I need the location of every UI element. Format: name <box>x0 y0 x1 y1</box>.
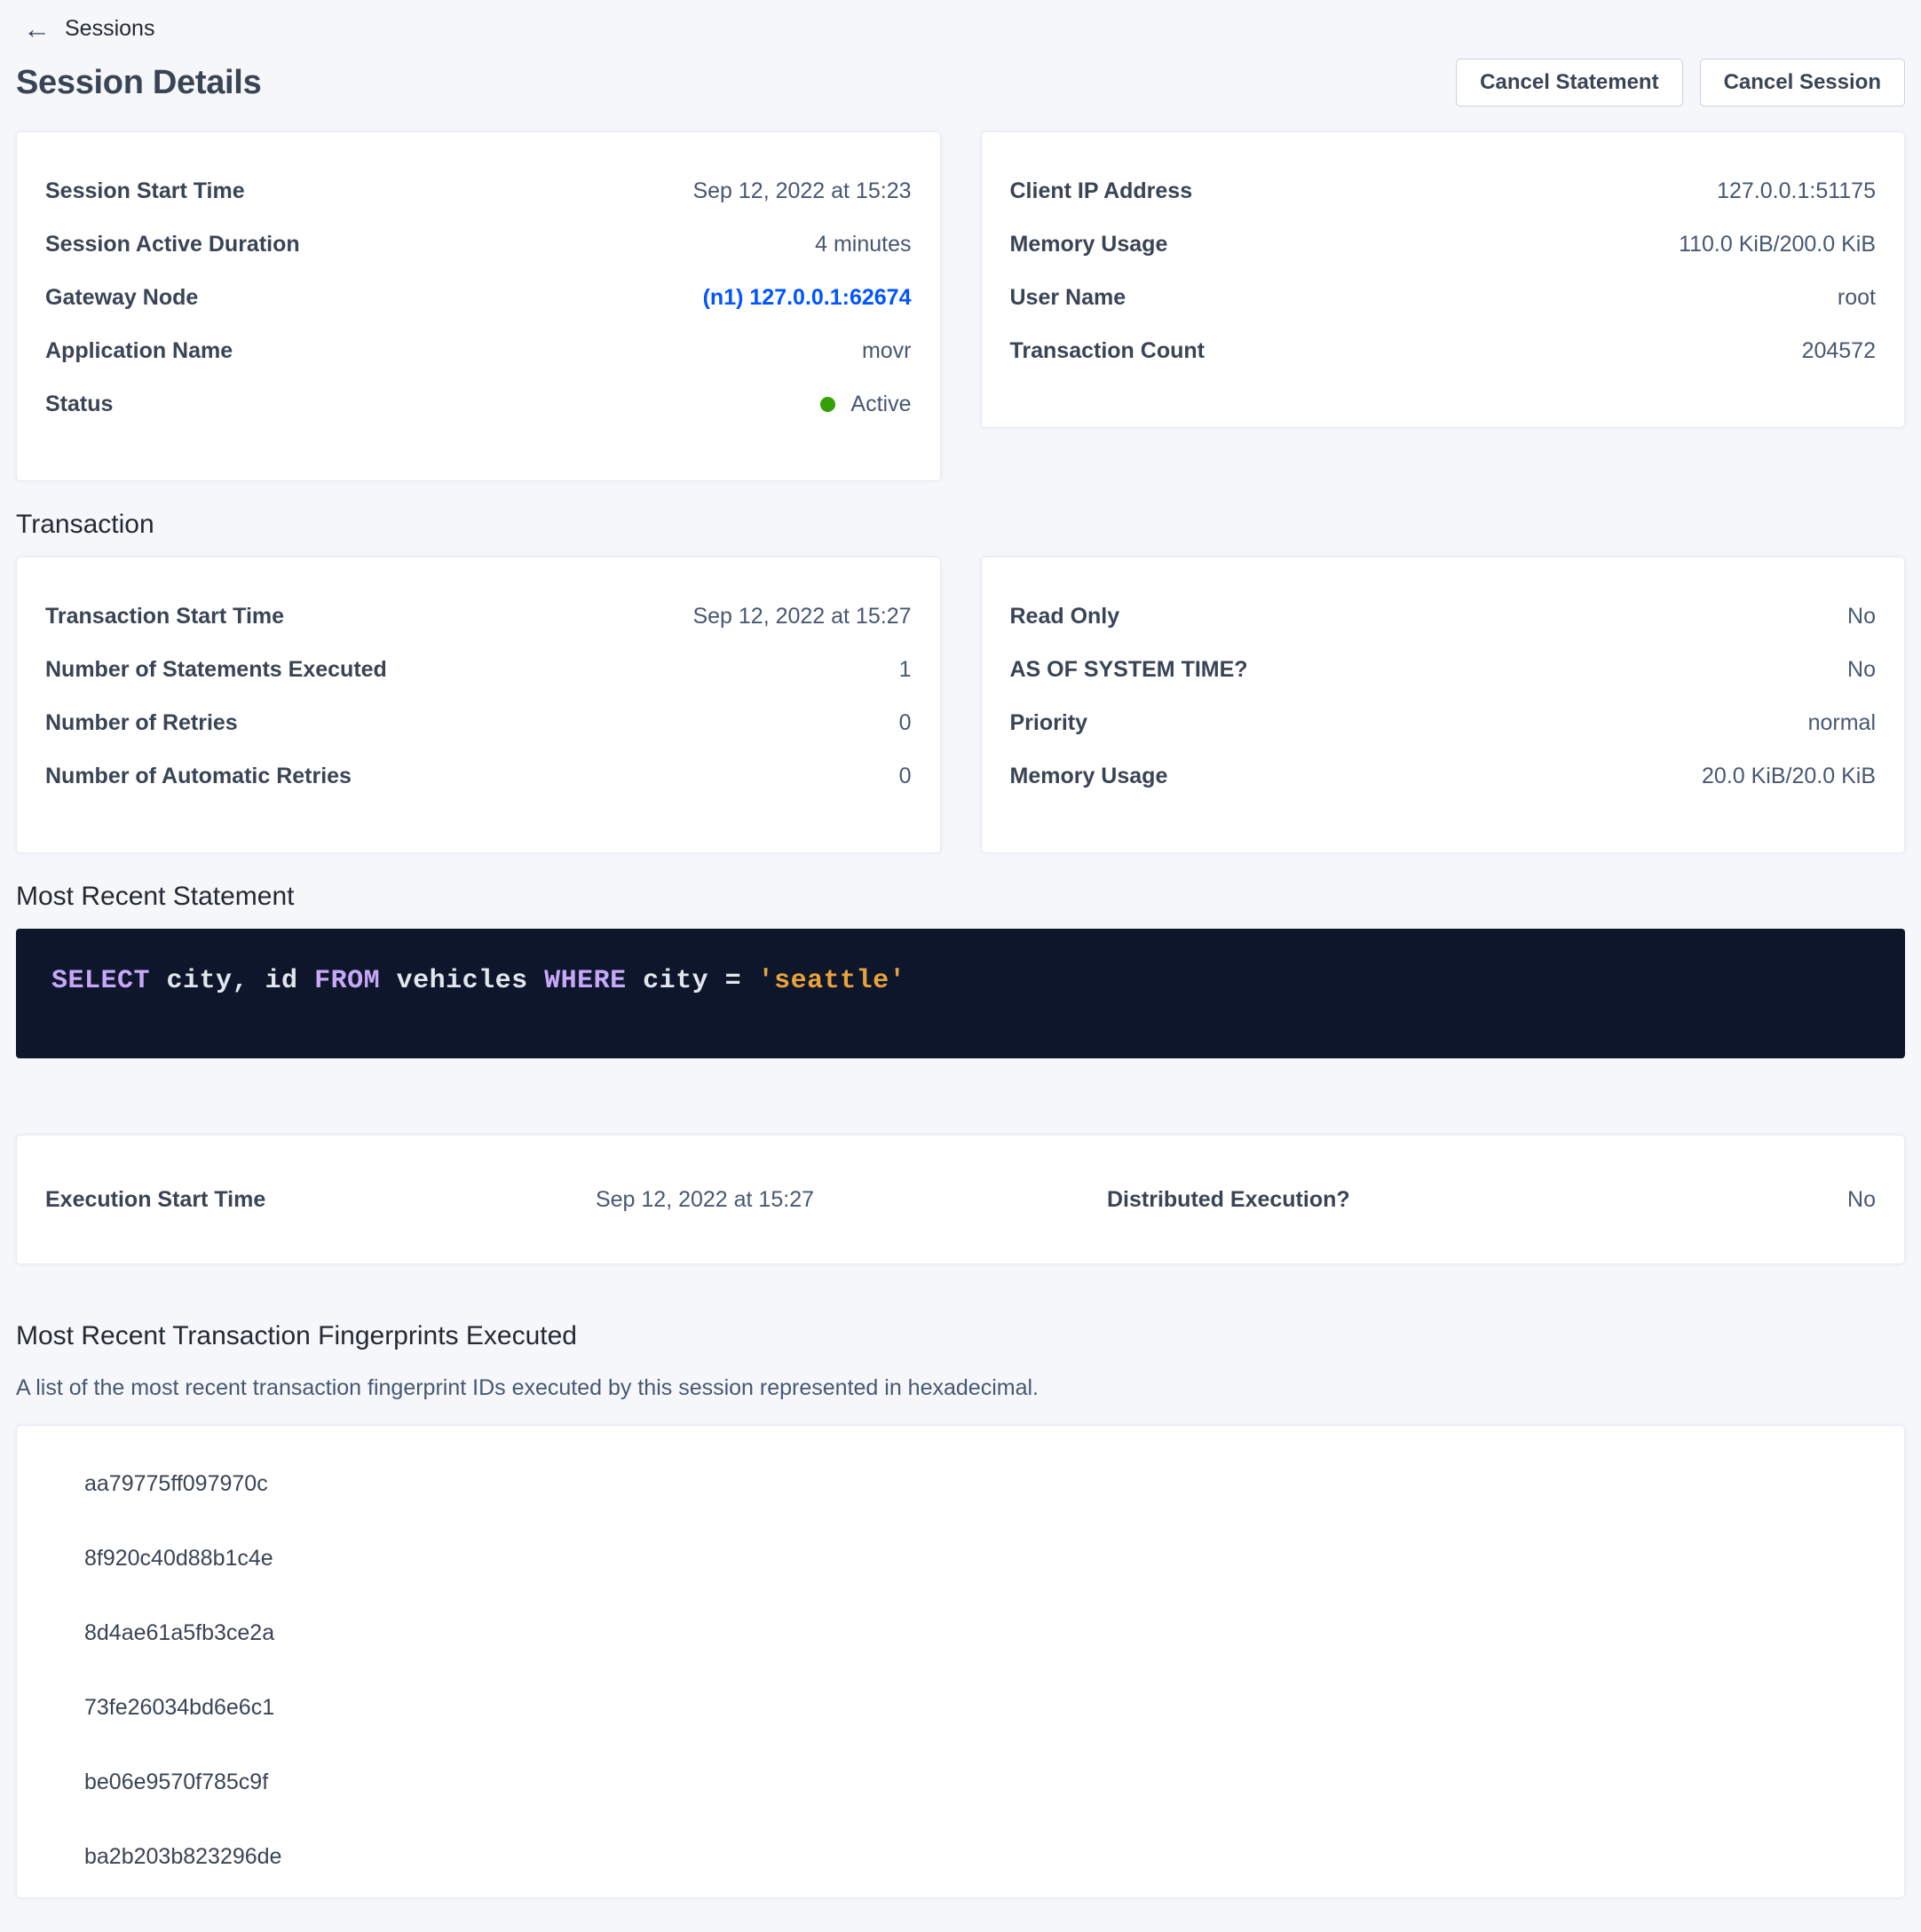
fingerprints-list-card: aa79775ff097970c 8f920c40d88b1c4e 8d4ae6… <box>16 1425 1905 1898</box>
row-value: 0 <box>899 710 912 736</box>
fingerprints-description: A list of the most recent transaction fi… <box>16 1374 1905 1401</box>
sql-string-literal: 'seattle' <box>758 966 906 996</box>
status-row: Status Active <box>45 377 912 431</box>
sql-keyword: WHERE <box>544 966 627 996</box>
session-details-page: ← Sessions Session Details Cancel Statem… <box>0 0 1921 1898</box>
row-label: Application Name <box>45 338 233 364</box>
transaction-info-card-right: Read Only No AS OF SYSTEM TIME? No Prior… <box>981 557 1906 853</box>
status-badge: Active <box>820 392 911 417</box>
as-of-system-time-row: AS OF SYSTEM TIME? No <box>1010 643 1877 696</box>
fingerprint-item: 8f920c40d88b1c4e <box>17 1521 1904 1595</box>
session-active-duration-row: Session Active Duration 4 minutes <box>45 218 912 271</box>
status-text: Active <box>850 392 911 417</box>
row-label: Status <box>45 392 113 417</box>
row-label: Read Only <box>1010 604 1120 629</box>
fingerprint-item: 8d4ae61a5fb3ce2a <box>17 1595 1904 1670</box>
row-value: 4 minutes <box>815 232 911 257</box>
row-label: Transaction Start Time <box>45 604 284 629</box>
fingerprints-section-title: Most Recent Transaction Fingerprints Exe… <box>16 1319 1905 1353</box>
client-ip-address-row: Client IP Address 127.0.0.1:51175 <box>1010 164 1877 218</box>
fingerprint-item: ba2b203b823296de <box>17 1819 1904 1894</box>
row-value: Sep 12, 2022 at 15:23 <box>692 178 911 204</box>
row-value: 1 <box>899 657 912 683</box>
number-of-retries-row: Number of Retries 0 <box>45 696 912 749</box>
sql-text: city, id <box>150 966 314 996</box>
row-label: Gateway Node <box>45 285 198 311</box>
priority-row: Priority normal <box>1010 696 1877 749</box>
row-label: Execution Start Time <box>45 1187 265 1213</box>
row-label: Number of Statements Executed <box>45 657 387 683</box>
breadcrumb-label: Sessions <box>65 16 154 42</box>
session-info-card-left: Session Start Time Sep 12, 2022 at 15:23… <box>16 131 941 481</box>
row-value: 20.0 KiB/20.0 KiB <box>1702 764 1876 789</box>
fingerprint-item: be06e9570f785c9f <box>17 1745 1904 1819</box>
cancel-session-button[interactable]: Cancel Session <box>1700 59 1905 107</box>
transaction-section-title: Transaction <box>16 508 1905 542</box>
row-label: Session Start Time <box>45 178 245 204</box>
row-label: Transaction Count <box>1010 338 1205 364</box>
row-label: Memory Usage <box>1010 764 1168 789</box>
transaction-count-row: Transaction Count 204572 <box>1010 324 1877 377</box>
row-value: Sep 12, 2022 at 15:27 <box>596 1187 814 1213</box>
session-info-card-right: Client IP Address 127.0.0.1:51175 Memory… <box>981 131 1906 428</box>
execution-start-time-row: Execution Start Time Sep 12, 2022 at 15:… <box>45 1187 814 1213</box>
sql-text: vehicles <box>380 966 544 996</box>
fingerprint-item: 73fe26034bd6e6c1 <box>17 1670 1904 1745</box>
transaction-start-time-row: Transaction Start Time Sep 12, 2022 at 1… <box>45 590 912 643</box>
row-label: Number of Retries <box>45 710 238 736</box>
page-title: Session Details <box>16 64 261 102</box>
sql-keyword: FROM <box>314 966 380 996</box>
memory-usage-row: Memory Usage 110.0 KiB/200.0 KiB <box>1010 218 1877 271</box>
row-label: Distributed Execution? <box>1107 1187 1350 1213</box>
row-value: Sep 12, 2022 at 15:27 <box>692 604 911 629</box>
sql-statement-code: SELECT city, id FROM vehicles WHERE city… <box>51 966 905 996</box>
execution-info-card: Execution Start Time Sep 12, 2022 at 15:… <box>16 1135 1905 1264</box>
statements-executed-row: Number of Statements Executed 1 <box>45 643 912 696</box>
active-status-dot-icon <box>820 397 835 412</box>
most-recent-statement-section-title: Most Recent Statement <box>16 880 1905 914</box>
gateway-node-row: Gateway Node (n1) 127.0.0.1:62674 <box>45 271 912 324</box>
row-value: 110.0 KiB/200.0 KiB <box>1679 232 1876 257</box>
sql-statement-block: SELECT city, id FROM vehicles WHERE city… <box>16 929 1905 1058</box>
transaction-summary-cards: Transaction Start Time Sep 12, 2022 at 1… <box>16 557 1905 853</box>
header-actions: Cancel Statement Cancel Session <box>1456 59 1905 107</box>
automatic-retries-row: Number of Automatic Retries 0 <box>45 749 912 803</box>
session-summary-cards: Session Start Time Sep 12, 2022 at 15:23… <box>16 131 1905 481</box>
row-value: 127.0.0.1:51175 <box>1717 178 1876 204</box>
row-label: User Name <box>1010 285 1127 311</box>
row-value: No <box>1847 1187 1876 1213</box>
row-value: root <box>1838 285 1876 311</box>
row-value: 204572 <box>1802 338 1876 364</box>
read-only-row: Read Only No <box>1010 590 1877 643</box>
row-label: Number of Automatic Retries <box>45 764 352 789</box>
row-label: Priority <box>1010 710 1088 736</box>
row-label: AS OF SYSTEM TIME? <box>1010 657 1248 683</box>
sql-keyword: SELECT <box>51 966 150 996</box>
row-value: No <box>1847 657 1876 683</box>
row-label: Memory Usage <box>1010 232 1168 257</box>
distributed-execution-row: Distributed Execution? No <box>1107 1187 1876 1213</box>
back-to-sessions-link[interactable]: ← Sessions <box>16 9 154 44</box>
row-label: Client IP Address <box>1010 178 1193 204</box>
txn-memory-usage-row: Memory Usage 20.0 KiB/20.0 KiB <box>1010 749 1877 803</box>
session-start-time-row: Session Start Time Sep 12, 2022 at 15:23 <box>45 164 912 218</box>
sql-text: city = <box>627 966 758 996</box>
fingerprint-item: aa79775ff097970c <box>17 1446 1904 1521</box>
row-value: 0 <box>899 764 912 789</box>
row-label: Session Active Duration <box>45 232 300 257</box>
row-value: movr <box>862 338 912 364</box>
transaction-info-card-left: Transaction Start Time Sep 12, 2022 at 1… <box>16 557 941 853</box>
row-value: No <box>1847 604 1876 629</box>
row-value: normal <box>1808 710 1876 736</box>
page-header: Session Details Cancel Statement Cancel … <box>16 57 1905 108</box>
cancel-statement-button[interactable]: Cancel Statement <box>1456 59 1682 107</box>
gateway-node-link[interactable]: (n1) 127.0.0.1:62674 <box>703 285 912 311</box>
user-name-row: User Name root <box>1010 271 1877 324</box>
back-arrow-icon: ← <box>23 15 51 43</box>
application-name-row: Application Name movr <box>45 324 912 377</box>
